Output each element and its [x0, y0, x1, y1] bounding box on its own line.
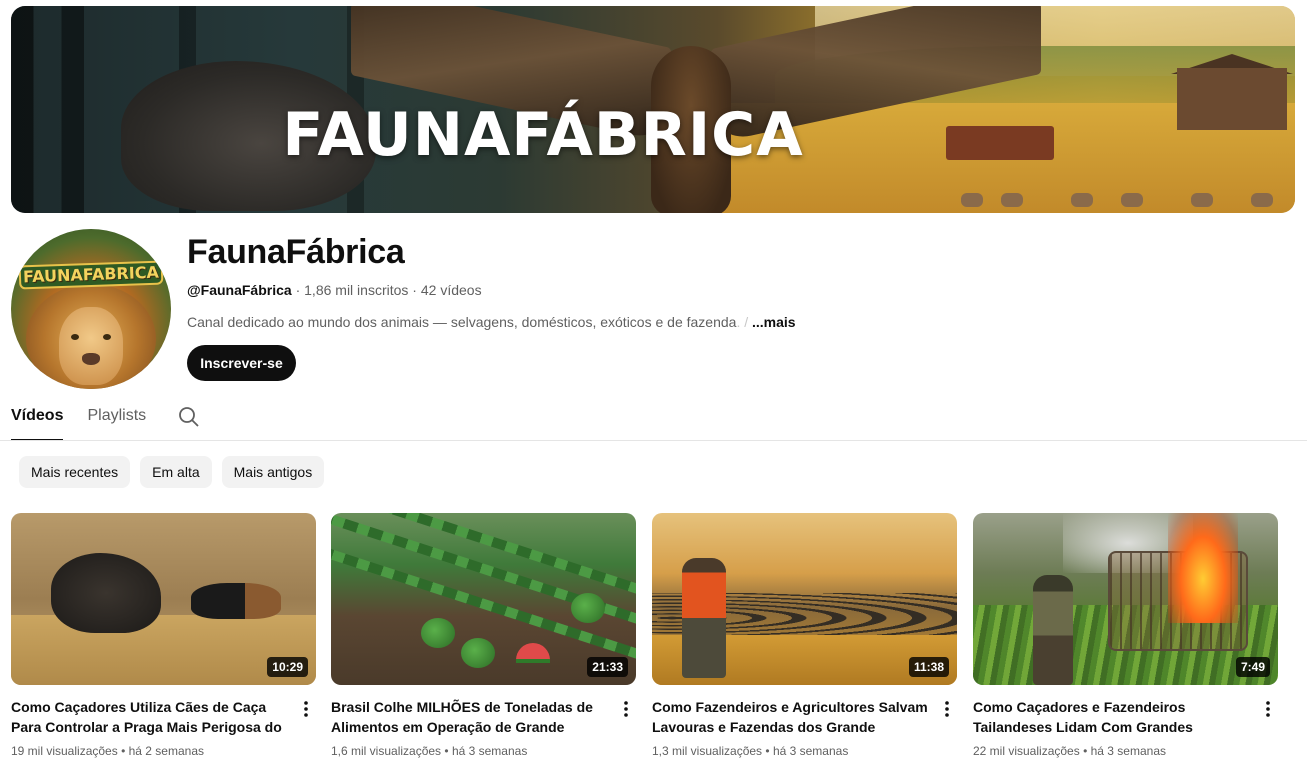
meta-separator: •: [444, 744, 449, 758]
video-meta: 19 mil visualizações • há 2 semanas: [11, 744, 204, 758]
banner-animal: [1071, 193, 1093, 207]
video-thumbnail[interactable]: 10:29: [11, 513, 316, 685]
video-thumbnail[interactable]: 21:33: [331, 513, 636, 685]
video-duration: 10:29: [267, 657, 308, 677]
tab-videos[interactable]: Vídeos: [11, 400, 64, 441]
description-fade: . /: [736, 314, 749, 330]
banner-animal: [1251, 193, 1273, 207]
video-duration: 11:38: [908, 657, 949, 677]
video-thumbnail[interactable]: 11:38: [652, 513, 957, 685]
more-link[interactable]: ...mais: [752, 314, 796, 330]
channel-tabs: Vídeos Playlists: [11, 400, 170, 441]
filter-chips: Mais recentes Em alta Mais antigos: [19, 456, 325, 488]
video-title[interactable]: Como Fazendeiros e Agricultores Salvam L…: [652, 697, 932, 737]
avatar-lion-eye: [71, 334, 79, 340]
video-age: há 3 semanas: [451, 744, 528, 758]
video-count: 42 vídeos: [420, 282, 482, 298]
channel-description[interactable]: Canal dedicado ao mundo dos animais — se…: [187, 314, 796, 330]
video-age: há 3 semanas: [1090, 744, 1166, 758]
video-title[interactable]: Como Caçadores Utiliza Cães de Caça Para…: [11, 697, 291, 737]
channel-name: FaunaFábrica: [187, 233, 405, 271]
video-card[interactable]: 11:38 Como Fazendeiros e Agricultores Sa…: [652, 513, 957, 758]
chip-mais-recentes[interactable]: Mais recentes: [19, 456, 131, 488]
video-meta: 22 mil visualizações • há 3 semanas: [973, 744, 1166, 758]
more-options-icon[interactable]: [621, 699, 631, 719]
thumb-hunter: [1033, 575, 1073, 685]
thumb-farmer: [682, 558, 726, 678]
video-title[interactable]: Como Caçadores e Fazendeiros Tailandeses…: [973, 697, 1253, 737]
banner-animal: [1121, 193, 1143, 207]
subscriber-count: 1,86 mil inscritos: [304, 282, 409, 298]
video-thumbnail[interactable]: 7:49: [973, 513, 1278, 685]
video-age: há 3 semanas: [772, 744, 849, 758]
video-views: 1,3 mil visualizações: [652, 744, 763, 758]
video-views: 1,6 mil visualizações: [331, 744, 442, 758]
more-options-icon[interactable]: [942, 699, 952, 719]
banner-animal: [1001, 193, 1023, 207]
more-options-icon[interactable]: [1263, 699, 1273, 719]
channel-handle: @FaunaFábrica: [187, 282, 292, 298]
banner-animal: [961, 193, 983, 207]
thumb-crop-row: [331, 513, 636, 596]
thumb-cut-melon: [516, 643, 550, 663]
subscribe-button[interactable]: Inscrever-se: [187, 345, 296, 381]
video-views: 22 mil visualizações: [973, 744, 1080, 758]
banner-animal: [1191, 193, 1213, 207]
chip-mais-antigos[interactable]: Mais antigos: [221, 456, 325, 488]
video-meta: 1,3 mil visualizações • há 3 semanas: [652, 744, 848, 758]
thumb-dog: [191, 583, 281, 619]
video-views: 19 mil visualizações: [11, 744, 118, 758]
banner-title: FAUNAFÁBRICA: [282, 100, 804, 170]
tab-playlists[interactable]: Playlists: [87, 400, 146, 441]
meta-separator: ·: [412, 282, 417, 298]
meta-separator: •: [1083, 744, 1088, 758]
avatar-lion-nose: [82, 353, 100, 365]
more-options-icon[interactable]: [301, 699, 311, 719]
thumb-melon: [571, 593, 605, 623]
tabs-divider: [0, 440, 1307, 441]
channel-avatar[interactable]: FAUNAFABRICA: [11, 229, 171, 389]
video-meta: 1,6 mil visualizações • há 3 semanas: [331, 744, 527, 758]
video-duration: 21:33: [587, 657, 628, 677]
video-age: há 2 semanas: [128, 744, 204, 758]
thumb-melon: [461, 638, 495, 668]
avatar-lion-face: [59, 307, 123, 385]
channel-meta: @FaunaFábrica · 1,86 mil inscritos · 42 …: [187, 282, 482, 298]
thumb-fire: [1168, 513, 1238, 623]
meta-separator: •: [765, 744, 770, 758]
meta-separator: ·: [295, 282, 301, 298]
video-card[interactable]: 10:29 Como Caçadores Utiliza Cães de Caç…: [11, 513, 316, 758]
video-title[interactable]: Brasil Colhe MILHÕES de Toneladas de Ali…: [331, 697, 611, 737]
video-card[interactable]: 21:33 Brasil Colhe MILHÕES de Toneladas …: [331, 513, 636, 758]
chip-em-alta[interactable]: Em alta: [140, 456, 212, 488]
video-duration: 7:49: [1235, 657, 1270, 677]
thumb-boar: [51, 553, 161, 633]
search-icon[interactable]: [177, 405, 201, 429]
description-text: Canal dedicado ao mundo dos animais — se…: [187, 314, 737, 330]
meta-separator: •: [121, 744, 126, 758]
avatar-lion-eye: [103, 334, 111, 340]
thumb-melon: [421, 618, 455, 648]
video-card[interactable]: 7:49 Como Caçadores e Fazendeiros Tailan…: [973, 513, 1278, 758]
channel-banner: FAUNAFÁBRICA: [11, 6, 1295, 213]
